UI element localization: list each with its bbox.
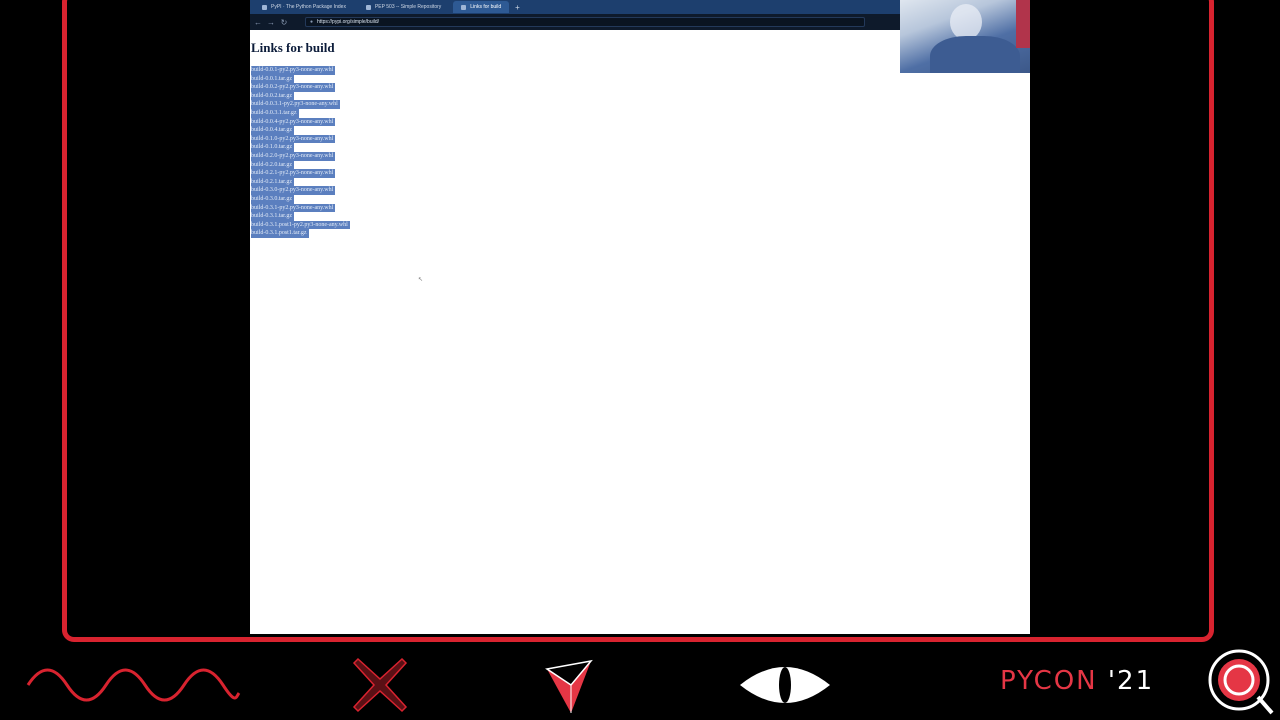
reload-button[interactable]: ↻ — [279, 18, 289, 27]
address-bar[interactable]: ● https://pypi.org/simple/build/ — [305, 17, 865, 27]
webcam-overlay — [900, 0, 1030, 73]
tab-pypi[interactable]: PyPI · The Python Package Index — [254, 1, 354, 13]
url-text: https://pypi.org/simple/build/ — [317, 19, 380, 25]
file-link[interactable]: build-0.0.4.tar.gz — [251, 126, 294, 135]
background-object — [1016, 0, 1030, 48]
eye-icon — [740, 667, 830, 703]
link-list: build-0.0.1-py2.py3-none-any.whl build-0… — [251, 66, 350, 238]
file-link[interactable]: build-0.0.2.tar.gz — [251, 91, 294, 101]
file-link[interactable]: build-0.3.0.tar.gz — [251, 194, 294, 204]
back-button[interactable]: ← — [253, 18, 263, 27]
forward-button[interactable]: → — [266, 18, 276, 27]
slide-footer: PYCON '21 — [0, 645, 1280, 720]
x-mark-icon — [352, 657, 408, 713]
file-link[interactable]: build-0.3.1.post1-py2.py3-none-any.whl — [251, 220, 350, 230]
tab-bar: PyPI · The Python Package Index PEP 503 … — [250, 0, 900, 14]
speaker-body — [930, 36, 1020, 73]
file-link[interactable]: build-0.2.0.tar.gz — [251, 160, 294, 170]
wave-icon — [26, 668, 241, 702]
file-link[interactable]: build-0.0.4-py2.py3-none-any.whl — [251, 117, 336, 127]
file-link[interactable]: build-0.1.0.tar.gz — [251, 143, 294, 152]
file-link[interactable]: build-0.3.1-py2.py3-none-any.whl — [251, 203, 336, 213]
file-link[interactable]: build-0.0.2-py2.py3-none-any.whl — [251, 83, 336, 92]
mouse-cursor-icon: ↖ — [418, 277, 424, 283]
file-link[interactable]: build-0.0.1.tar.gz — [251, 74, 294, 84]
file-link[interactable]: build-0.2.1-py2.py3-none-any.whl — [251, 169, 336, 178]
new-tab-button[interactable]: + — [515, 3, 520, 12]
file-link[interactable]: build-0.0.3.1.tar.gz — [251, 108, 299, 118]
file-link[interactable]: build-0.1.0-py2.py3-none-any.whl — [251, 134, 336, 144]
page-title: Links for build — [251, 40, 335, 55]
speaker-face — [950, 4, 982, 40]
file-link[interactable]: build-0.2.1.tar.gz — [251, 177, 294, 187]
file-link[interactable]: build-0.3.1.post1.tar.gz — [251, 229, 309, 238]
file-link[interactable]: build-0.3.1.tar.gz — [251, 212, 294, 221]
file-link[interactable]: build-0.2.0-py2.py3-none-any.whl — [251, 151, 336, 161]
file-link[interactable]: build-0.0.3.1-py2.py3-none-any.whl — [251, 100, 340, 109]
tab-pep503[interactable]: PEP 503 -- Simple Repository — [358, 1, 449, 13]
file-link[interactable]: build-0.0.1-py2.py3-none-any.whl — [251, 66, 336, 75]
favicon-icon — [461, 4, 467, 10]
file-link[interactable]: build-0.3.0-py2.py3-none-any.whl — [251, 186, 336, 195]
pycon-logo-text: PYCON '21 — [1000, 666, 1155, 696]
triangle-icon — [545, 659, 593, 713]
favicon-icon — [262, 4, 267, 10]
pycon-logo-icon — [1208, 649, 1274, 715]
lock-icon: ● — [310, 19, 314, 25]
navigation-bar: ← → ↻ ● https://pypi.org/simple/build/ — [250, 14, 900, 30]
favicon-icon — [365, 4, 371, 10]
browser-window: PyPI · The Python Package Index PEP 503 … — [250, 0, 1030, 634]
tab-links-for-build[interactable]: Links for build — [453, 1, 510, 13]
